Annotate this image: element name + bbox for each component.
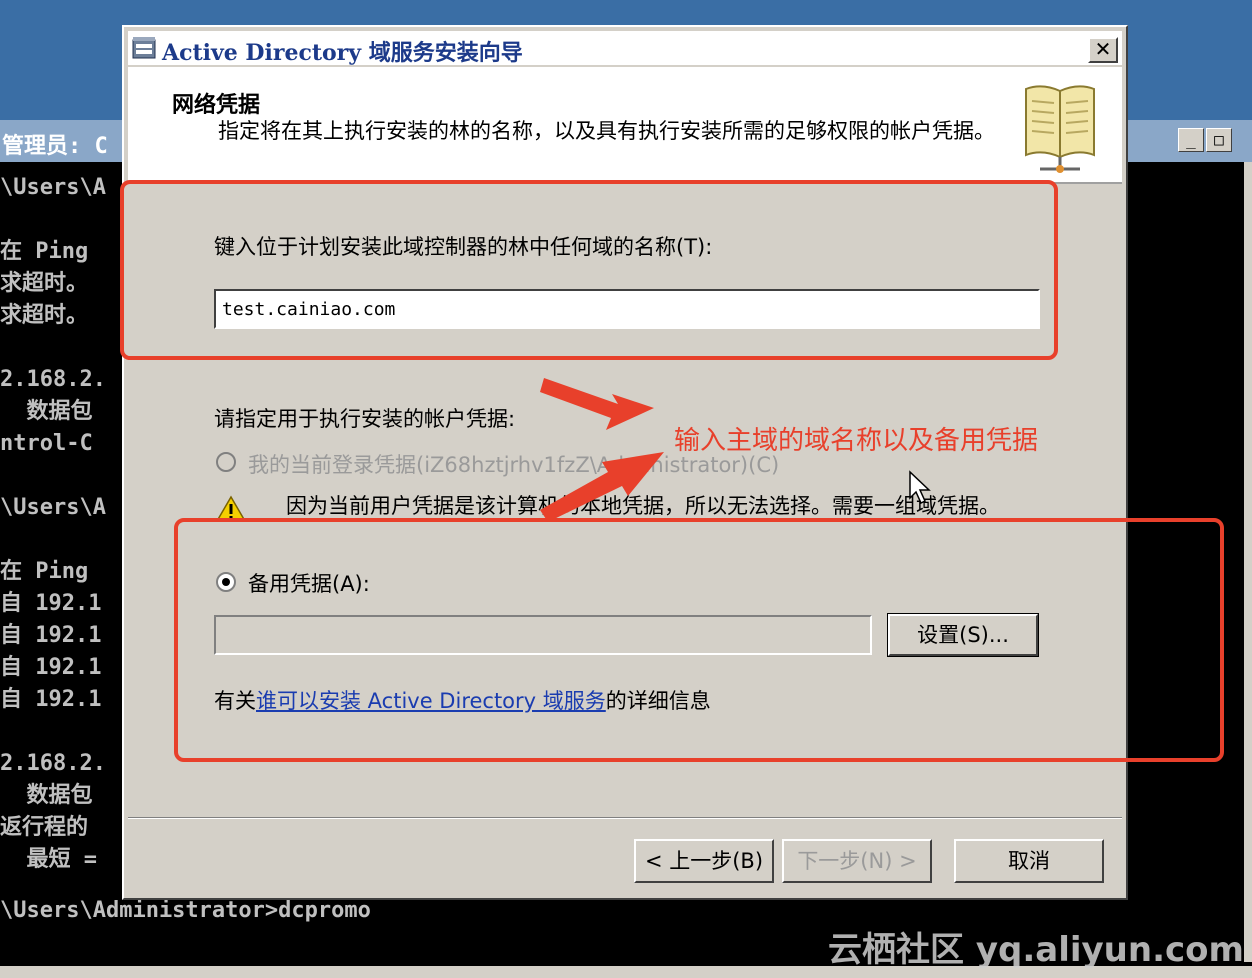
- warning-text: 因为当前用户凭据是该计算机的本地凭据，所以无法选择。需要一组域凭据。: [286, 494, 1000, 518]
- app-icon: [132, 37, 156, 59]
- page-description: 指定将在其上执行安装的林的名称，以及具有执行安装所需的足够权限的帐户凭据。: [218, 119, 995, 143]
- dialog-titlebar[interactable]: Active Directory 域服务安装向导 ✕: [128, 31, 1122, 66]
- console-title: 管理员: C: [2, 134, 108, 159]
- wizard-header: 网络凭据 指定将在其上执行安装的林的名称，以及具有执行安装所需的足够权限的帐户凭…: [128, 67, 1122, 184]
- console-prompt-line: \Users\Administrator>dcpromo: [0, 898, 371, 923]
- highlight-box-domain: [120, 180, 1058, 360]
- next-button[interactable]: 下一步(N) >: [782, 839, 932, 883]
- minimize-button[interactable]: _: [1178, 128, 1204, 152]
- highlight-box-credentials: [174, 518, 1224, 762]
- credentials-label: 请指定用于执行安装的帐户凭据:: [214, 407, 516, 431]
- close-button[interactable]: ✕: [1088, 37, 1118, 63]
- footer-divider: [128, 817, 1122, 819]
- console-output: \Users\A 在 Ping 求超时。 求超时。 2.168.2. 数据包 n…: [0, 175, 106, 872]
- dialog-title: Active Directory 域服务安装向导: [162, 40, 523, 66]
- annotation-text: 输入主域的域名称以及备用凭据: [674, 426, 1039, 456]
- cancel-button[interactable]: 取消: [954, 839, 1104, 883]
- watermark: 云栖社区 yq.aliyun.com: [828, 930, 1244, 970]
- current-credentials-radio[interactable]: [216, 452, 236, 472]
- back-button[interactable]: < 上一步(B): [634, 839, 774, 883]
- page-title: 网络凭据: [172, 93, 261, 118]
- mouse-cursor-icon: [909, 470, 931, 505]
- maximize-button[interactable]: □: [1206, 128, 1232, 152]
- directory-book-icon: [1025, 85, 1095, 173]
- console-scrollbar[interactable]: [1244, 162, 1252, 962]
- ad-install-wizard-dialog: Active Directory 域服务安装向导 ✕ 网络凭据 指定将在其上执行…: [122, 25, 1128, 900]
